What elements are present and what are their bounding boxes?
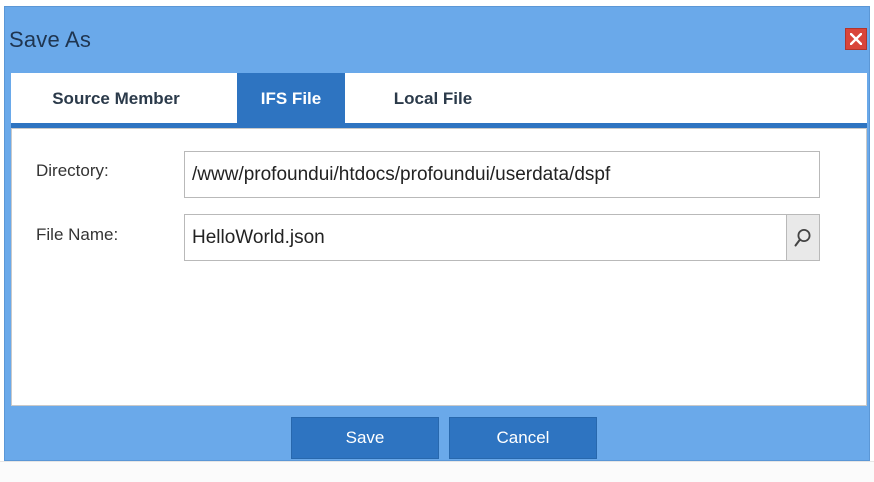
dialog-titlebar: Save As	[5, 7, 869, 71]
dialog-title: Save As	[9, 27, 92, 52]
tab-content-panel: Directory: /www/profoundui/htdocs/profou…	[11, 128, 867, 406]
tab-bar: Source Member IFS File Local File	[11, 73, 867, 128]
tab-ifs-file[interactable]: IFS File	[237, 73, 345, 123]
tab-local-file[interactable]: Local File	[373, 73, 493, 123]
save-as-dialog: Save As Source Member IFS File Local Fil…	[4, 6, 870, 461]
browse-search-button[interactable]	[786, 214, 820, 261]
filename-field[interactable]: HelloWorld.json	[184, 214, 820, 261]
search-icon	[794, 229, 811, 247]
dialog-footer: Save Cancel	[5, 411, 869, 460]
directory-field[interactable]: /www/profoundui/htdocs/profoundui/userda…	[184, 151, 820, 198]
directory-label: Directory:	[36, 161, 109, 180]
cancel-button[interactable]: Cancel	[449, 417, 597, 459]
close-button[interactable]	[845, 28, 867, 50]
save-button[interactable]: Save	[291, 417, 439, 459]
close-icon	[850, 33, 862, 45]
filename-label: File Name:	[36, 225, 119, 244]
background-strip	[0, 461, 874, 482]
tab-source-member[interactable]: Source Member	[21, 73, 211, 123]
